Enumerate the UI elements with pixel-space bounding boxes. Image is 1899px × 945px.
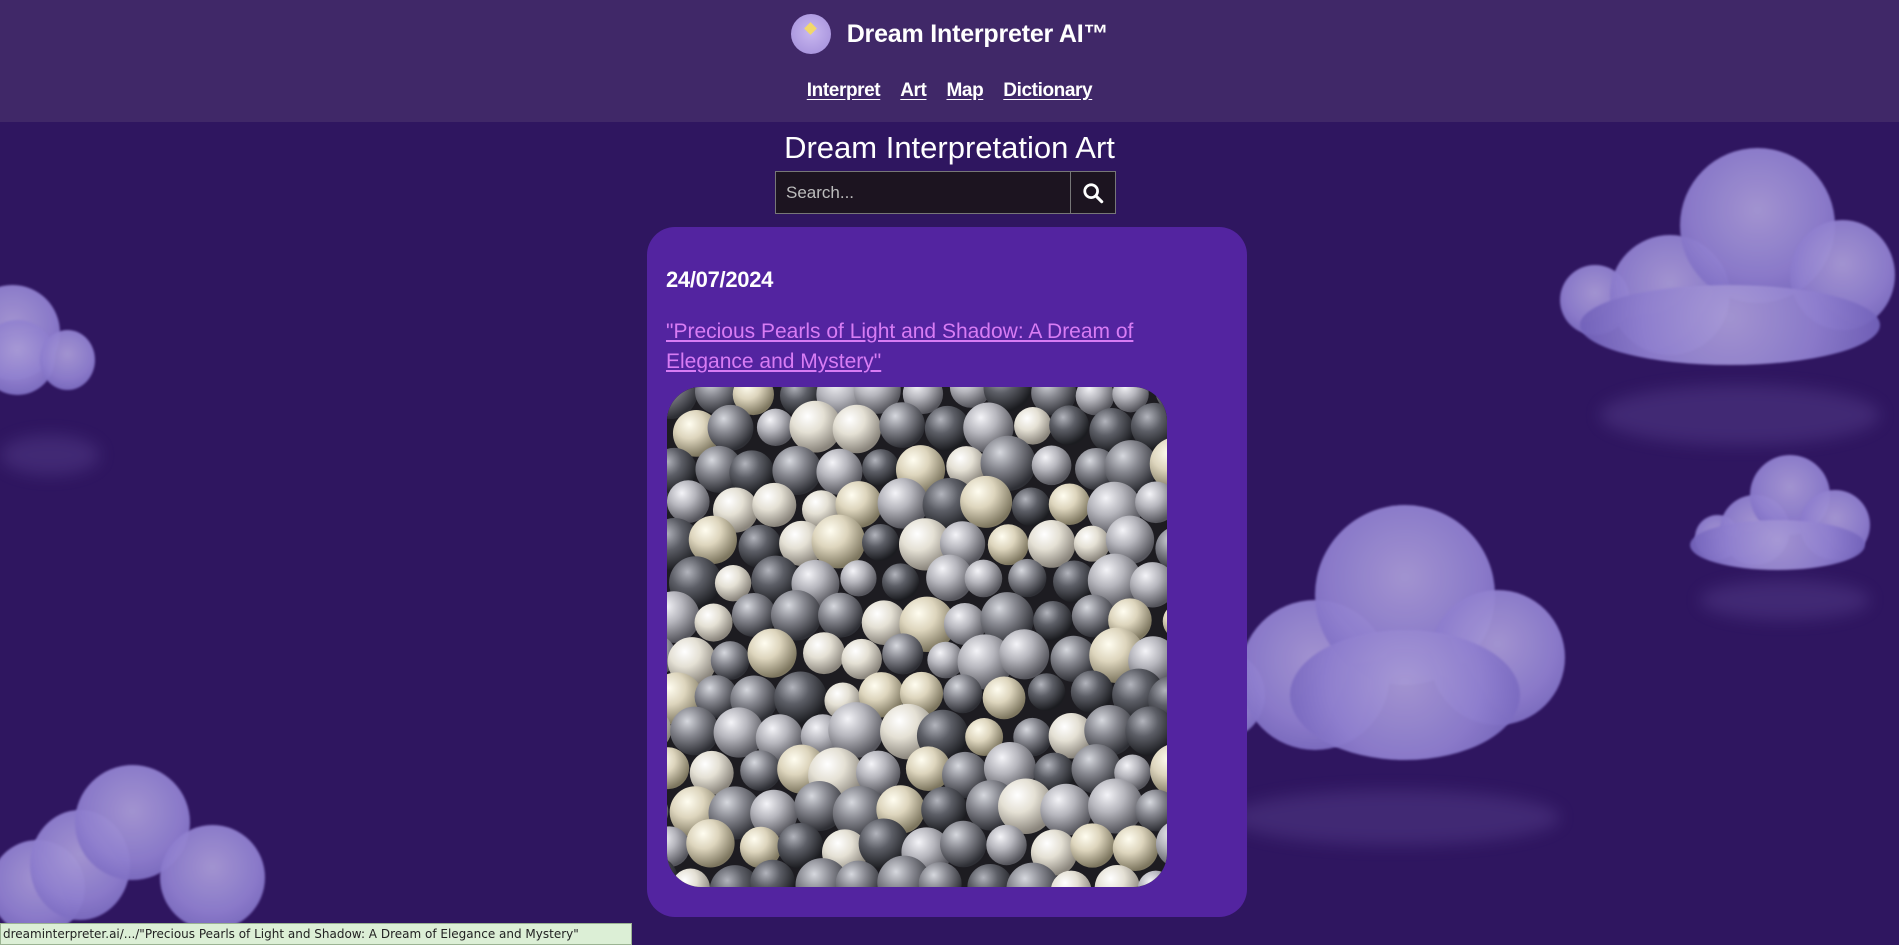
pearl xyxy=(986,824,1027,866)
main-nav: Interpret Art Map Dictionary xyxy=(0,80,1899,102)
pearl xyxy=(840,560,877,597)
pearl xyxy=(686,819,735,868)
pearl xyxy=(1008,558,1047,598)
pearl xyxy=(1031,445,1072,486)
pearl xyxy=(1070,823,1115,868)
pearl xyxy=(964,559,1003,598)
pearl xyxy=(1048,483,1091,525)
pearl xyxy=(752,482,797,527)
pearl xyxy=(999,629,1050,680)
card-date: 24/07/2024 xyxy=(666,267,774,292)
pearl xyxy=(882,633,924,675)
pearl xyxy=(1027,673,1066,711)
pearl xyxy=(747,628,797,678)
search-icon xyxy=(1083,182,1104,203)
site-header: Dream Interpreter AI™ Interpret Art Map … xyxy=(0,0,1899,122)
pearl xyxy=(862,523,900,561)
pearl xyxy=(879,402,925,448)
pearl xyxy=(818,592,863,638)
card-title-link[interactable]: "Precious Pearls of Light and Shadow: A … xyxy=(666,317,1186,377)
pearl xyxy=(982,676,1026,720)
nav-art-link[interactable]: Art xyxy=(900,80,927,102)
browser-status-bar: dreaminterpreter.ai/.../"Precious Pearls… xyxy=(0,923,632,945)
nav-interpret-link[interactable]: Interpret xyxy=(807,80,881,102)
search-input[interactable] xyxy=(775,171,1071,214)
pearl xyxy=(713,707,764,758)
pearl xyxy=(803,632,845,675)
nav-dictionary-link[interactable]: Dictionary xyxy=(1003,80,1092,102)
brand[interactable]: Dream Interpreter AI™ xyxy=(0,14,1899,54)
pearl xyxy=(707,404,754,451)
search-bar xyxy=(775,171,1116,214)
pearl xyxy=(667,480,710,523)
pearl xyxy=(924,405,970,451)
pearl xyxy=(710,641,750,680)
pearl xyxy=(1049,405,1089,446)
search-button[interactable] xyxy=(1071,171,1116,214)
pearl xyxy=(740,750,781,791)
crystal-ball-icon[interactable] xyxy=(790,14,831,54)
brand-name[interactable]: Dream Interpreter AI™ xyxy=(847,20,1109,49)
pearl xyxy=(960,475,1013,528)
pearls-image[interactable] xyxy=(667,387,1167,887)
pearl xyxy=(694,603,733,642)
nav-map-link[interactable]: Map xyxy=(946,80,983,102)
pearl xyxy=(670,706,719,756)
art-card: 24/07/2024 "Precious Pearls of Light and… xyxy=(647,227,1247,917)
pearl xyxy=(1011,487,1051,527)
pearl xyxy=(943,674,983,714)
pearl xyxy=(987,524,1029,566)
pearl xyxy=(940,820,987,868)
pearl xyxy=(882,563,920,601)
pearls-illustration xyxy=(667,387,1167,887)
page-title: Dream Interpretation Art xyxy=(784,130,1115,165)
pearl xyxy=(832,404,882,454)
pearl xyxy=(756,408,795,446)
pearl xyxy=(1112,825,1159,871)
